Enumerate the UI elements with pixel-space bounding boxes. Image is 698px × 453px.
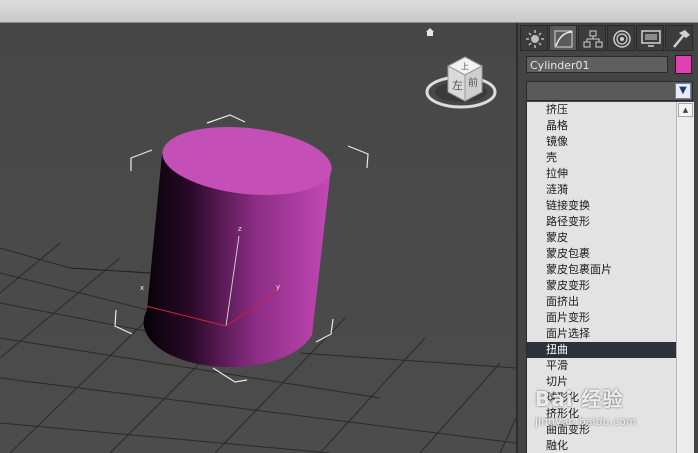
modifier-list-item[interactable]: 面片变形 bbox=[527, 310, 677, 326]
viewcube-front-label: 前 bbox=[468, 76, 478, 89]
create-tab[interactable] bbox=[520, 25, 548, 51]
modifier-list-item[interactable]: 路径变形 bbox=[527, 214, 677, 230]
modifier-list-item[interactable]: 镜像 bbox=[527, 134, 677, 150]
hammer-icon bbox=[673, 30, 690, 48]
modifier-list-item[interactable]: 蒙皮包裹 bbox=[527, 246, 677, 262]
viewcube-left-label: 左 bbox=[452, 79, 463, 92]
modifier-list-scrollbar[interactable]: ▲ bbox=[676, 102, 694, 453]
modifier-list-dropdown[interactable]: ▼ bbox=[526, 81, 693, 101]
dropdown-arrow-button[interactable]: ▼ bbox=[675, 83, 691, 99]
command-panel: Cylinder01 ▼ 挤压 晶格 镜像壳拉伸 涟漪 链接变换 路径变形 蒙皮 蒙皮包裹 蒙皮… bbox=[518, 23, 698, 453]
modifier-list-item[interactable]: 面挤出 bbox=[527, 294, 677, 310]
modifier-list-item[interactable]: 面片选择 bbox=[527, 326, 677, 342]
modifier-list-item[interactable]: 晶格 bbox=[527, 118, 677, 134]
hierarchy-tab[interactable] bbox=[578, 25, 606, 51]
modifier-list-item[interactable]: 曲面变形 bbox=[527, 422, 677, 438]
motion-circle-icon bbox=[613, 30, 631, 48]
display-tab[interactable] bbox=[636, 25, 664, 51]
object-name-field[interactable]: Cylinder01 bbox=[526, 56, 668, 73]
modifier-list-item[interactable]: 挤形化 bbox=[527, 406, 677, 422]
chevron-up-icon: ▲ bbox=[682, 106, 689, 114]
utilities-tab[interactable] bbox=[665, 25, 693, 51]
viewport-scene: z x y 上 左 前 bbox=[0, 23, 516, 453]
modifier-list-item[interactable]: 涟漪 bbox=[527, 182, 677, 198]
modifier-list-item[interactable]: 蒙皮 bbox=[527, 230, 677, 246]
svg-text:y: y bbox=[276, 283, 280, 291]
modifier-list-item[interactable]: 拉伸 bbox=[527, 166, 677, 182]
modifier-list-item[interactable]: 蒙皮包裹面片 bbox=[527, 262, 677, 278]
hierarchy-icon bbox=[583, 30, 603, 48]
perspective-viewport[interactable]: z x y 上 左 前 bbox=[0, 23, 518, 453]
motion-tab[interactable] bbox=[607, 25, 635, 51]
modifier-list-item[interactable]: 蒙皮变形 bbox=[527, 278, 677, 294]
modifier-list-item[interactable]: 扭曲 bbox=[527, 342, 677, 358]
svg-text:z: z bbox=[238, 225, 242, 233]
modifier-list-item[interactable]: 壳 bbox=[527, 150, 677, 166]
modifier-list-item[interactable]: 融化 bbox=[527, 438, 677, 453]
modifier-list-item[interactable]: 链接变换 bbox=[527, 198, 677, 214]
modifier-list-item[interactable]: 球形化 bbox=[527, 390, 677, 406]
chevron-down-icon: ▼ bbox=[679, 85, 687, 96]
modifier-list-item[interactable]: 平滑 bbox=[527, 358, 677, 374]
title-bar bbox=[0, 0, 698, 23]
modify-curve-icon bbox=[554, 30, 573, 48]
cylinder-object[interactable] bbox=[143, 119, 335, 368]
command-panel-tabs bbox=[520, 25, 696, 51]
object-color-swatch[interactable] bbox=[675, 55, 692, 74]
modifier-list-item[interactable]: 切片 bbox=[527, 374, 677, 390]
modify-tab[interactable] bbox=[549, 25, 577, 51]
scroll-up-button[interactable]: ▲ bbox=[678, 103, 693, 117]
modifier-list-item[interactable]: 挤压 bbox=[527, 102, 677, 118]
modifier-list[interactable]: 挤压 晶格 镜像壳拉伸 涟漪 链接变换 路径变形 蒙皮 蒙皮包裹 蒙皮包裹面片 蒙皮变形 面挤出 面片… bbox=[526, 102, 677, 453]
viewcube-top-label: 上 bbox=[461, 62, 469, 71]
monitor-icon bbox=[641, 30, 661, 47]
svg-text:x: x bbox=[140, 284, 144, 292]
sun-icon bbox=[526, 30, 544, 48]
